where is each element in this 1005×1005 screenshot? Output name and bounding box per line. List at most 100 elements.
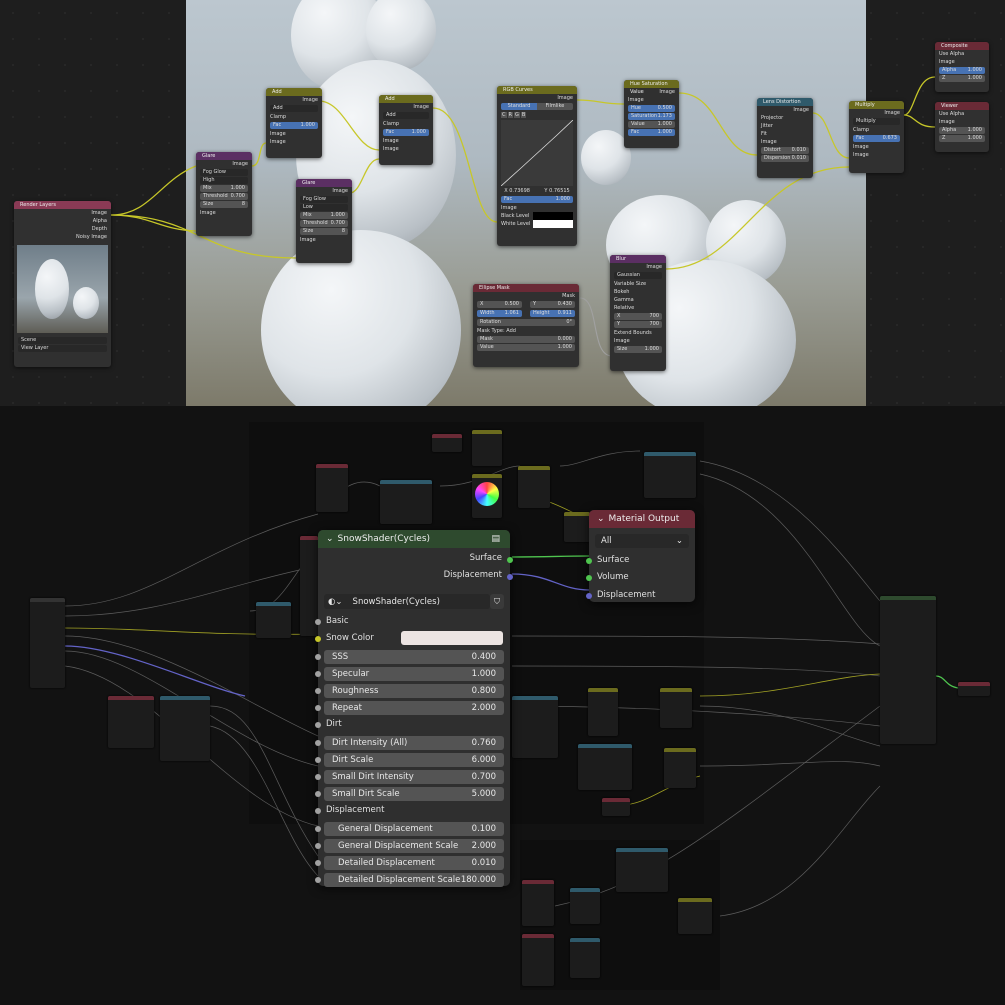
node-group-selector[interactable]: ◐⌄ SnowShader(Cycles) [324, 594, 490, 609]
background-node[interactable] [432, 434, 462, 452]
background-node[interactable] [564, 512, 590, 542]
fit-checkbox[interactable]: Fit [757, 130, 813, 138]
rgb-curves-title[interactable]: RGB Curves [497, 86, 577, 94]
field-socket[interactable] [315, 757, 321, 763]
size-field[interactable]: Size 8 [300, 228, 348, 235]
field-socket[interactable] [315, 740, 321, 746]
x-field[interactable]: X 700 [614, 313, 662, 320]
dispersion-field[interactable]: Dispersion 0.010 [761, 155, 809, 162]
dirt-socket[interactable] [315, 722, 321, 728]
blur-node[interactable]: Blur Image Gaussian Variable Size Bokeh … [610, 255, 666, 371]
shader-field-specular[interactable]: Specular 1.000 [324, 667, 504, 681]
background-node[interactable] [588, 688, 618, 736]
viewer-title[interactable]: Viewer [935, 102, 989, 110]
composite-title[interactable]: Composite [935, 42, 989, 50]
size-field[interactable]: Size 1.000 [614, 346, 662, 353]
field-socket[interactable] [315, 860, 321, 866]
curve-x[interactable]: X 0.73698 [504, 188, 530, 195]
bokeh-checkbox[interactable]: Bokeh [610, 288, 666, 296]
snow-shader-node[interactable]: ⌄ SnowShader(Cycles) ▤ Surface Displacem… [315, 530, 513, 887]
field-socket[interactable] [315, 843, 321, 849]
field-socket[interactable] [315, 671, 321, 677]
channel-r-button[interactable]: R [507, 112, 513, 118]
background-node[interactable] [570, 888, 600, 924]
rgb-curves-node[interactable]: RGB Curves Image Standard Filmlike C R G… [497, 86, 577, 246]
background-node[interactable] [30, 598, 65, 688]
blend-mode-select[interactable]: Multiply [853, 118, 900, 125]
shader-field-roughness[interactable]: Roughness 0.800 [324, 684, 504, 698]
field-socket[interactable] [315, 826, 321, 832]
multiply-node[interactable]: Multiply Image Multiply Clamp Fac 0.673 I… [849, 101, 904, 173]
composite-node[interactable]: Composite Use Alpha Image Alpha 1.000 Z 1.… [935, 42, 989, 92]
threshold-field[interactable]: Threshold 0.700 [300, 220, 348, 227]
compositor-editor[interactable]: Render Layers Image Alpha Depth Noisy Im… [0, 0, 1005, 406]
background-node[interactable] [518, 466, 550, 508]
shader-field-small-dirt-scale[interactable]: Small Dirt Scale 5.000 [324, 787, 504, 801]
mask-type-select[interactable]: Add [506, 328, 516, 334]
z-field[interactable]: Z 1.000 [939, 135, 985, 142]
snow-shader-header[interactable]: ⌄ SnowShader(Cycles) ▤ [318, 530, 510, 548]
channel-g-button[interactable]: G [513, 112, 520, 118]
glare-title[interactable]: Glare [296, 179, 352, 187]
threshold-field[interactable]: Threshold 0.700 [200, 193, 248, 200]
use-alpha-checkbox[interactable]: Use Alpha [935, 110, 989, 118]
ellipse-mask-title[interactable]: Ellipse Mask [473, 284, 579, 292]
y-field[interactable]: Y 0.430 [530, 301, 575, 308]
glare-type-select[interactable]: Fog Glow [200, 169, 248, 176]
shader-field-detailed-displacement[interactable]: Detailed Displacement 0.010 [324, 856, 504, 870]
tab-filmlike[interactable]: Filmlike [537, 103, 573, 110]
curve-widget[interactable] [501, 120, 573, 186]
fac-field[interactable]: Fac 1.000 [628, 129, 675, 136]
volume-socket[interactable] [586, 575, 592, 581]
fac-field[interactable]: Fac 1.000 [383, 129, 429, 136]
fake-user-shield-icon[interactable]: ⛉ [490, 594, 504, 609]
background-node[interactable] [512, 696, 558, 758]
alpha-field[interactable]: Alpha 1.000 [939, 127, 985, 134]
x-field[interactable]: X 0.500 [477, 301, 522, 308]
fac-field[interactable]: Fac 0.673 [853, 135, 900, 142]
node-group-icon[interactable]: ▤ [491, 534, 500, 544]
add-node-1[interactable]: Add Image Add Clamp Fac 1.000 Image Image [266, 88, 322, 158]
displacement-output-socket[interactable] [507, 574, 513, 580]
background-node[interactable] [616, 848, 668, 892]
field-socket[interactable] [315, 654, 321, 660]
relative-checkbox[interactable]: Relative [610, 304, 666, 312]
background-node[interactable] [316, 464, 348, 512]
glare-title[interactable]: Glare [196, 152, 252, 160]
glare-type-select[interactable]: Fog Glow [300, 196, 348, 203]
distort-field[interactable]: Distort 0.010 [761, 147, 809, 154]
displacement-socket[interactable] [586, 593, 592, 599]
white-level-swatch[interactable] [533, 220, 573, 228]
snow-color-swatch[interactable] [401, 631, 503, 645]
viewer-node[interactable]: Viewer Use Alpha Image Alpha 1.000 Z 1.000 [935, 102, 989, 152]
value-field[interactable]: Value 1.000 [628, 121, 675, 128]
shader-field-general-displacement[interactable]: General Displacement 0.100 [324, 822, 504, 836]
glare-quality-select[interactable]: Low [300, 204, 348, 211]
channel-b-button[interactable]: B [520, 112, 527, 118]
shader-field-general-displacement-scale[interactable]: General Displacement Scale 2.000 [324, 839, 504, 853]
clamp-checkbox[interactable]: Clamp [379, 120, 433, 128]
multiply-title[interactable]: Multiply [849, 101, 904, 109]
clamp-checkbox[interactable]: Clamp [266, 113, 322, 121]
blur-type-select[interactable]: Gaussian [614, 272, 662, 279]
lens-distortion-node[interactable]: Lens Distortion Image Projector Jitter F… [757, 98, 813, 178]
lens-distortion-title[interactable]: Lens Distortion [757, 98, 813, 106]
add-title[interactable]: Add [266, 88, 322, 96]
background-node[interactable] [472, 430, 502, 466]
blend-mode-select[interactable]: Add [270, 105, 318, 112]
blur-title[interactable]: Blur [610, 255, 666, 263]
extend-bounds-checkbox[interactable]: Extend Bounds [610, 329, 666, 337]
background-node[interactable] [522, 934, 554, 986]
background-node[interactable] [570, 938, 600, 978]
height-field[interactable]: Height 0.911 [530, 310, 575, 317]
material-output-node[interactable]: ⌄ Material Output All ⌄ Surface Volume D… [586, 510, 695, 602]
basic-socket[interactable] [315, 619, 321, 625]
z-field[interactable]: Z 1.000 [939, 75, 985, 82]
snow-color-socket[interactable] [315, 636, 321, 642]
hsv-title[interactable]: Hue Saturation Value [624, 80, 679, 95]
glare-node-2[interactable]: Glare Image Fog Glow Low Mix 1.000 Thresh… [296, 179, 352, 263]
mix-field[interactable]: Mix 1.000 [200, 185, 248, 192]
shader-field-dirt-intensity-all[interactable]: Dirt Intensity (All) 0.760 [324, 736, 504, 750]
collapse-chevron-icon[interactable]: ⌄ [326, 534, 334, 544]
blend-mode-select[interactable]: Add [383, 112, 429, 119]
